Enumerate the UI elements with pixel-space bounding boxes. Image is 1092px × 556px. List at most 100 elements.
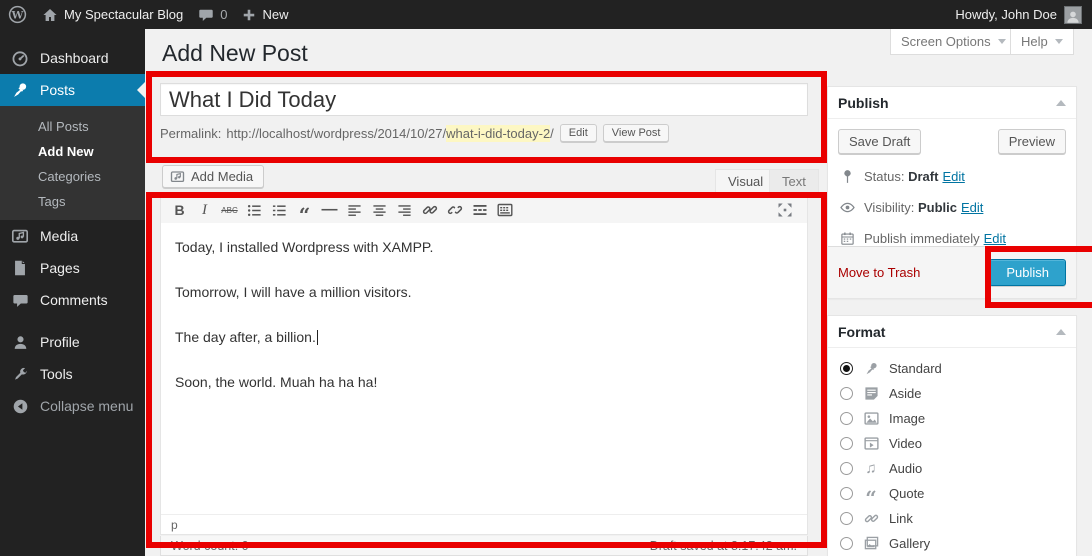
- format-label: Standard: [889, 361, 942, 376]
- format-metabox-header[interactable]: Format: [828, 316, 1076, 348]
- align-center-button[interactable]: [367, 198, 392, 222]
- radio-gallery[interactable]: [840, 537, 853, 550]
- collapse-toggle-icon[interactable]: [1056, 100, 1066, 106]
- sidebar-item-label: Media: [40, 228, 78, 244]
- format-option-image[interactable]: Image: [840, 406, 1064, 431]
- radio-standard[interactable]: [840, 362, 853, 375]
- preview-button[interactable]: Preview: [998, 129, 1066, 154]
- user-avatar[interactable]: [1064, 6, 1082, 24]
- wordpress-admin-screen: W My Spectacular Blog 0 New: [0, 0, 1092, 556]
- editor-content-area[interactable]: Today, I installed Wordpress with XAMPP.…: [161, 223, 807, 515]
- major-publishing-actions: Move to Trash Publish: [828, 246, 1076, 298]
- bulleted-list-button[interactable]: [242, 198, 267, 222]
- user-icon: [10, 334, 30, 351]
- format-option-audio[interactable]: ♫ Audio: [840, 456, 1064, 481]
- radio-quote[interactable]: [840, 487, 853, 500]
- radio-link[interactable]: [840, 512, 853, 525]
- plus-icon: [242, 8, 256, 22]
- blockquote-button[interactable]: “: [292, 193, 317, 227]
- permalink-edit-button[interactable]: Edit: [560, 124, 597, 142]
- word-count: Word count: 0: [171, 539, 249, 553]
- submenu-tags[interactable]: Tags: [0, 189, 145, 214]
- comments-icon: [10, 292, 30, 309]
- calendar-icon: [838, 231, 856, 246]
- chevron-down-icon: [1055, 39, 1063, 44]
- sidebar-item-comments[interactable]: Comments: [0, 284, 145, 316]
- format-option-quote[interactable]: “ Quote: [840, 481, 1064, 506]
- screen-options-tab[interactable]: Screen Options: [890, 29, 1017, 55]
- sidebar-item-tools[interactable]: Tools: [0, 358, 145, 390]
- post-title-input[interactable]: [160, 83, 808, 116]
- add-media-icon: [170, 169, 185, 184]
- publish-button[interactable]: Publish: [989, 259, 1066, 286]
- edit-schedule-link[interactable]: Edit: [984, 231, 1006, 246]
- remove-link-button[interactable]: [442, 198, 467, 222]
- dashboard-icon: [10, 49, 30, 67]
- sidebar-item-profile[interactable]: Profile: [0, 326, 145, 358]
- insert-link-button[interactable]: [417, 198, 442, 222]
- page-title: Add New Post: [162, 40, 308, 67]
- permalink-slug[interactable]: what-i-did-today-2: [446, 125, 550, 142]
- submenu-add-new[interactable]: Add New: [0, 139, 145, 164]
- edit-status-link[interactable]: Edit: [942, 169, 964, 184]
- sidebar-item-dashboard[interactable]: Dashboard: [0, 42, 145, 74]
- format-label: Aside: [889, 386, 922, 401]
- format-label: Audio: [889, 461, 922, 476]
- tab-visual[interactable]: Visual: [715, 169, 776, 195]
- format-option-gallery[interactable]: Gallery: [840, 531, 1064, 556]
- format-option-link[interactable]: Link: [840, 506, 1064, 531]
- publish-metabox-header[interactable]: Publish: [828, 87, 1076, 119]
- sidebar-item-pages[interactable]: Pages: [0, 252, 145, 284]
- new-content-menu[interactable]: New: [242, 7, 288, 22]
- posts-submenu: All Posts Add New Categories Tags: [0, 106, 145, 220]
- radio-aside[interactable]: [840, 387, 853, 400]
- format-label: Link: [889, 511, 913, 526]
- align-left-button[interactable]: [342, 198, 367, 222]
- format-option-aside[interactable]: Aside: [840, 381, 1064, 406]
- sidebar-item-label: Tools: [40, 366, 73, 382]
- status-value: Draft: [908, 169, 938, 184]
- collapse-toggle-icon[interactable]: [1056, 329, 1066, 335]
- radio-image[interactable]: [840, 412, 853, 425]
- strikethrough-button[interactable]: ABC: [217, 198, 242, 222]
- format-standard-icon: [862, 361, 880, 376]
- visibility-row: Visibility: PublicEdit: [838, 199, 1066, 216]
- save-draft-button[interactable]: Save Draft: [838, 129, 921, 154]
- radio-video[interactable]: [840, 437, 853, 450]
- visibility-eye-icon: [838, 199, 856, 216]
- distraction-free-icon[interactable]: [772, 198, 797, 222]
- sidebar-item-label: Collapse menu: [40, 398, 133, 414]
- site-link[interactable]: My Spectacular Blog: [42, 7, 183, 23]
- howdy-user[interactable]: Howdy, John Doe: [955, 7, 1057, 22]
- format-option-video[interactable]: Video: [840, 431, 1064, 456]
- permalink-base: http://localhost/wordpress/2014/10/27/: [226, 126, 446, 141]
- collapse-arrow-icon: [10, 398, 30, 415]
- toolbar-toggle-button[interactable]: [492, 198, 517, 222]
- sidebar-collapse-menu[interactable]: Collapse menu: [0, 390, 145, 422]
- submenu-categories[interactable]: Categories: [0, 164, 145, 189]
- add-media-button[interactable]: Add Media: [162, 165, 264, 188]
- align-right-button[interactable]: [392, 198, 417, 222]
- page-icon: [10, 259, 30, 277]
- radio-audio[interactable]: [840, 462, 853, 475]
- editor-element-path[interactable]: p: [161, 514, 807, 534]
- help-tab[interactable]: Help: [1010, 29, 1074, 55]
- sidebar-item-label: Profile: [40, 334, 80, 350]
- view-post-button[interactable]: View Post: [603, 124, 670, 142]
- tab-text[interactable]: Text: [769, 169, 819, 195]
- submenu-all-posts[interactable]: All Posts: [0, 114, 145, 139]
- post-paragraph: Today, I installed Wordpress with XAMPP.: [175, 239, 793, 255]
- wordpress-logo-menu[interactable]: W: [8, 5, 27, 24]
- sidebar-item-label: Posts: [40, 82, 75, 98]
- italic-button[interactable]: I: [192, 198, 217, 222]
- format-option-standard[interactable]: Standard: [840, 356, 1064, 381]
- bold-button[interactable]: B: [167, 198, 192, 222]
- comments-shortcut[interactable]: 0: [198, 7, 227, 23]
- move-to-trash-link[interactable]: Move to Trash: [838, 265, 920, 280]
- horizontal-rule-button[interactable]: —: [317, 198, 342, 222]
- edit-visibility-link[interactable]: Edit: [961, 200, 983, 215]
- read-more-button[interactable]: [467, 198, 492, 222]
- sidebar-item-media[interactable]: Media: [0, 220, 145, 252]
- numbered-list-button[interactable]: [267, 198, 292, 222]
- sidebar-item-posts[interactable]: Posts: [0, 74, 145, 106]
